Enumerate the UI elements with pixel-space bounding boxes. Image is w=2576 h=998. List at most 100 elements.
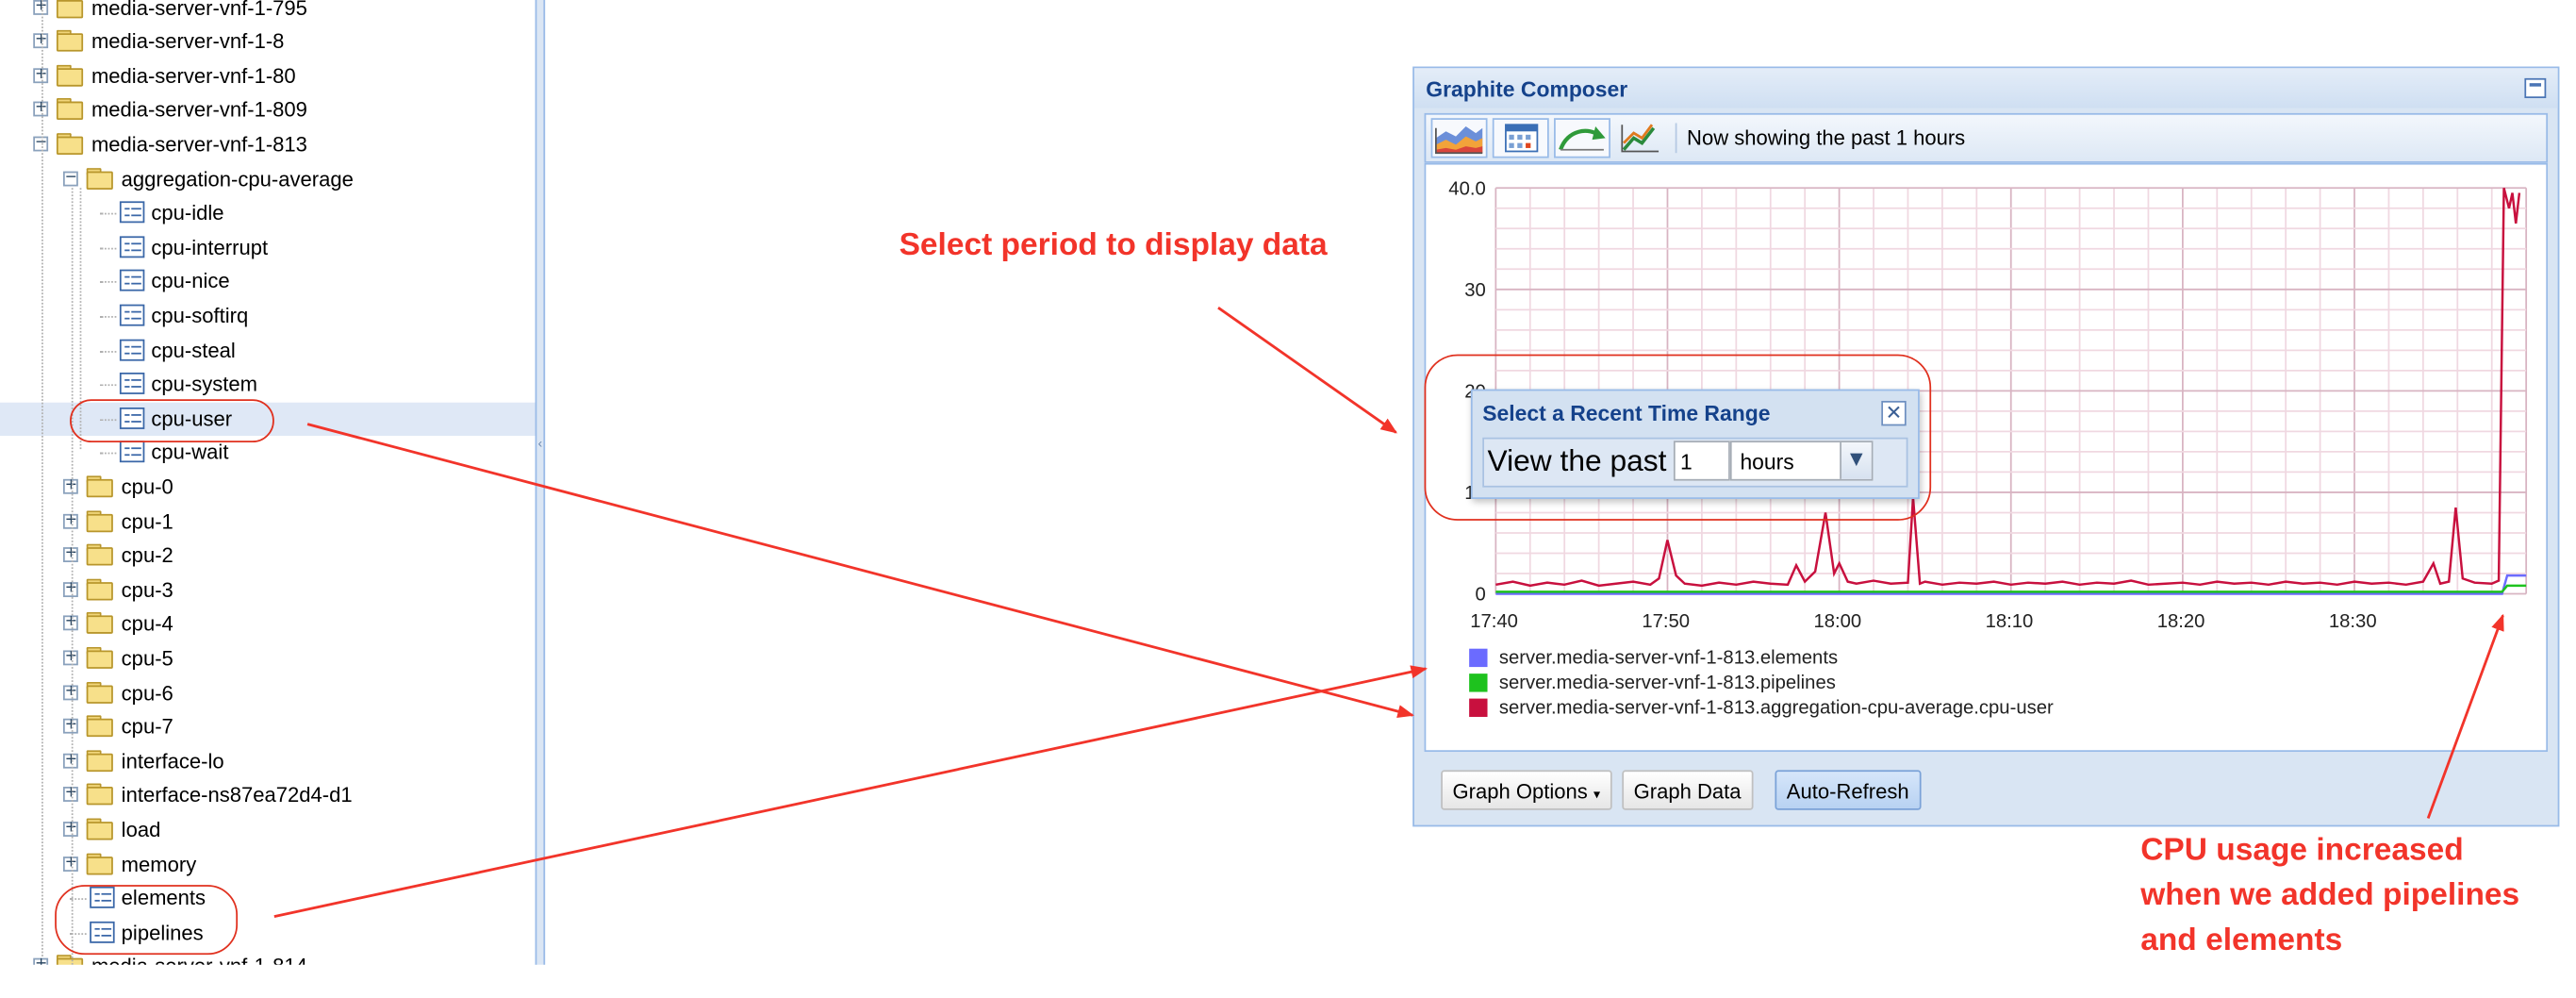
tree-row-label: cpu-wait xyxy=(151,441,229,465)
calendar-icon[interactable] xyxy=(1492,118,1549,158)
annotation-cpu-line: and elements xyxy=(2140,923,2343,958)
auto-refresh-label: Auto-Refresh xyxy=(1786,779,1909,804)
metric-icon xyxy=(119,304,145,326)
tree-row-label: cpu-4 xyxy=(121,612,173,637)
tree-folder-row[interactable]: + cpu-3 xyxy=(0,574,536,607)
composer-title-bar[interactable]: Graphite Composer xyxy=(1413,68,2558,108)
legend-swatch xyxy=(1469,698,1488,717)
folder-icon xyxy=(86,646,113,669)
tree-folder-row[interactable]: + cpu-6 xyxy=(0,676,536,709)
tree-row-label: cpu-1 xyxy=(121,509,173,534)
tree-row-label: memory xyxy=(121,852,197,876)
tree-connector xyxy=(99,350,117,352)
folder-icon xyxy=(86,578,113,601)
tree-connector xyxy=(99,315,117,318)
folder-icon xyxy=(86,749,113,772)
tree-row-label: media-server-vnf-1-814 xyxy=(91,956,307,965)
folder-icon xyxy=(86,784,113,806)
time-status-text: Now showing the past 1 hours xyxy=(1687,126,1966,150)
graph-data-label: Graph Data xyxy=(1633,779,1742,804)
tree-folder-row[interactable]: + cpu-1 xyxy=(0,505,536,538)
legend-swatch xyxy=(1469,674,1488,692)
metric-icon xyxy=(119,441,145,463)
highlight-ring-elements-pipelines xyxy=(55,885,239,956)
tree-row-label: media-server-vnf-1-795 xyxy=(91,0,307,20)
collapse-icon[interactable]: − xyxy=(62,170,78,186)
x-tick-label: 18:30 xyxy=(2329,611,2377,632)
folder-icon xyxy=(56,98,84,121)
tree-folder-row[interactable]: − media-server-vnf-1-813 xyxy=(0,128,536,161)
folder-icon xyxy=(86,543,113,566)
expand-icon[interactable]: + xyxy=(33,957,49,965)
tree-folder-row[interactable]: + media-server-vnf-1-80 xyxy=(0,59,536,92)
tree-row-label: media-server-vnf-1-8 xyxy=(91,29,285,54)
folder-icon xyxy=(86,715,113,738)
tree-connector xyxy=(99,212,117,215)
metric-icon xyxy=(119,373,145,395)
folder-icon xyxy=(86,681,113,703)
folder-open-icon xyxy=(86,167,113,190)
auto-refresh-button[interactable]: Auto-Refresh xyxy=(1775,770,1921,810)
y-tick-label: 40.0 xyxy=(1448,178,1485,199)
tree-row-label: cpu-interrupt xyxy=(151,235,269,259)
minimize-icon[interactable] xyxy=(2524,77,2547,99)
tree-connector xyxy=(99,247,117,249)
dropdown-caret-icon: ▾ xyxy=(1593,787,1601,802)
metric-icon xyxy=(119,338,145,360)
tree-folder-row[interactable]: + cpu-0 xyxy=(0,471,536,504)
tree-folder-row[interactable]: + media-server-vnf-1-8 xyxy=(0,25,536,58)
panel-splitter[interactable]: ‹ xyxy=(535,0,546,965)
graph-options-button[interactable]: Graph Options ▾ xyxy=(1441,770,1612,810)
tree-row-label: load xyxy=(121,818,161,842)
folder-open-icon xyxy=(56,132,84,155)
splitter-grip-icon[interactable]: ‹ xyxy=(537,436,543,451)
tree-folder-row[interactable]: + cpu-7 xyxy=(0,710,536,743)
x-tick-label: 17:40 xyxy=(1470,611,1518,632)
toolbar-separator xyxy=(1675,123,1677,154)
tree-folder-row[interactable]: + interface-ns87ea72d4-d1 xyxy=(0,779,536,812)
tree-connector xyxy=(99,384,117,387)
tree-row-label: interface-lo xyxy=(121,749,224,773)
x-tick-label: 17:50 xyxy=(1642,611,1690,632)
refresh-arrow-icon[interactable] xyxy=(1554,118,1610,158)
tree-row-label: cpu-idle xyxy=(151,201,224,225)
annotation-cpu-line: CPU usage increased xyxy=(2140,833,2464,869)
tree-folder-row[interactable]: + cpu-2 xyxy=(0,539,536,572)
tree-folder-row[interactable]: + media-server-vnf-1-809 xyxy=(0,93,536,126)
tree-folder-row[interactable]: + cpu-5 xyxy=(0,641,536,674)
tree-row-label: cpu-softirq xyxy=(151,304,249,328)
legend-entry: server.media-server-vnf-1-813.pipelines xyxy=(1499,673,1836,693)
x-tick-label: 18:10 xyxy=(1986,611,2034,632)
tree-folder-row[interactable]: + interface-lo xyxy=(0,744,536,777)
arrow-to-time-range xyxy=(1217,307,1398,434)
folder-icon xyxy=(56,29,84,52)
graph-data-button[interactable]: Graph Data xyxy=(1622,770,1753,810)
x-tick-label: 18:00 xyxy=(1813,611,1861,632)
tree-row-label: cpu-6 xyxy=(121,681,173,705)
folder-icon xyxy=(56,0,84,18)
tree-folder-row[interactable]: + media-server-vnf-1-795 xyxy=(0,0,536,25)
tree-row-label: cpu-0 xyxy=(121,475,173,499)
tree-row-label: media-server-vnf-1-80 xyxy=(91,64,296,88)
folder-icon xyxy=(56,955,84,965)
tree-row-label: aggregation-cpu-average xyxy=(121,167,354,191)
folder-icon xyxy=(86,612,113,635)
tree-row-label: cpu-3 xyxy=(121,578,173,602)
area-chart-icon[interactable] xyxy=(1430,118,1488,158)
tree-folder-row[interactable]: + memory xyxy=(0,847,536,880)
metric-tree: + media-server-vnf-1-795 + media-server-vnf… xyxy=(0,0,536,965)
line-graph-icon[interactable] xyxy=(1613,118,1670,158)
annotation-cpu-line: when we added pipelines xyxy=(2140,878,2520,914)
folder-icon xyxy=(86,475,113,498)
highlight-ring-time-range xyxy=(1424,354,1932,521)
highlight-ring-cpu-user xyxy=(70,399,274,443)
tree-folder-row[interactable]: + load xyxy=(0,813,536,846)
tree-row-label: interface-ns87ea72d4-d1 xyxy=(121,784,353,807)
tree-folder-row[interactable]: + cpu-4 xyxy=(0,607,536,640)
tree-row-label: cpu-5 xyxy=(121,646,173,671)
tree-row-label: cpu-7 xyxy=(121,715,173,740)
tree-connector xyxy=(99,453,117,455)
tree-row-label: media-server-vnf-1-813 xyxy=(91,132,307,157)
annotation-cpu-usage: CPU usage increased when we added pipeli… xyxy=(2140,828,2519,963)
tree-row-label: cpu-2 xyxy=(121,543,173,568)
